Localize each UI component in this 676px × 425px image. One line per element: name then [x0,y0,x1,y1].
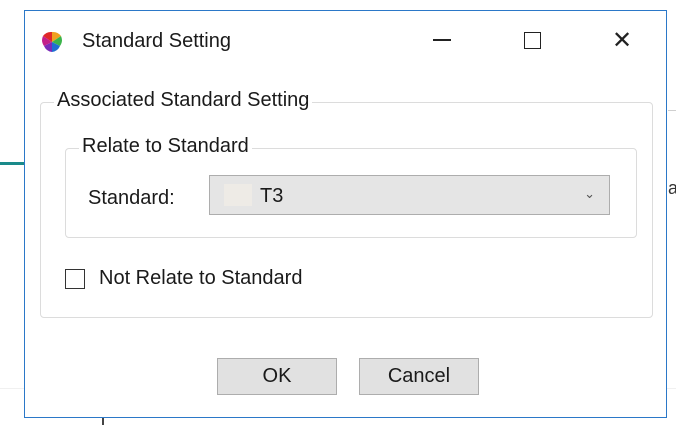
associated-standard-legend: Associated Standard Setting [54,89,313,112]
cancel-button[interactable]: Cancel [359,358,479,395]
close-icon: ✕ [611,26,633,54]
standard-selected-value: T3 [260,185,284,207]
maximize-icon [523,31,541,49]
standard-setting-dialog: Standard Setting ✕ Associated Standard S… [24,10,667,418]
background-app-line [668,110,676,111]
close-button[interactable]: ✕ [599,17,645,63]
relate-to-standard-legend: Relate to Standard [79,135,252,158]
background-app-text-fragment: a [668,178,676,198]
standard-dropdown[interactable]: T3 ⌄ [209,175,610,215]
relate-to-standard-group: Relate to Standard Standard: T3 ⌄ [65,135,637,238]
title-bar[interactable]: Standard Setting ✕ [25,11,666,75]
color-wheel-icon [41,31,63,53]
not-relate-checkbox[interactable] [65,268,85,289]
not-relate-label[interactable]: Not Relate to Standard [99,267,302,290]
window-title: Standard Setting [82,30,231,52]
minimize-button[interactable] [419,17,465,63]
maximize-button[interactable] [509,17,555,63]
ok-button[interactable]: OK [217,358,337,395]
background-app-divider [0,162,26,165]
standard-label: Standard: [88,187,175,209]
minimize-icon [433,39,451,41]
associated-standard-group: Associated Standard Setting Relate to St… [40,89,653,318]
not-relate-option[interactable]: Not Relate to Standard [65,267,302,290]
standard-color-swatch [224,184,252,206]
chevron-down-icon: ⌄ [584,186,595,201]
